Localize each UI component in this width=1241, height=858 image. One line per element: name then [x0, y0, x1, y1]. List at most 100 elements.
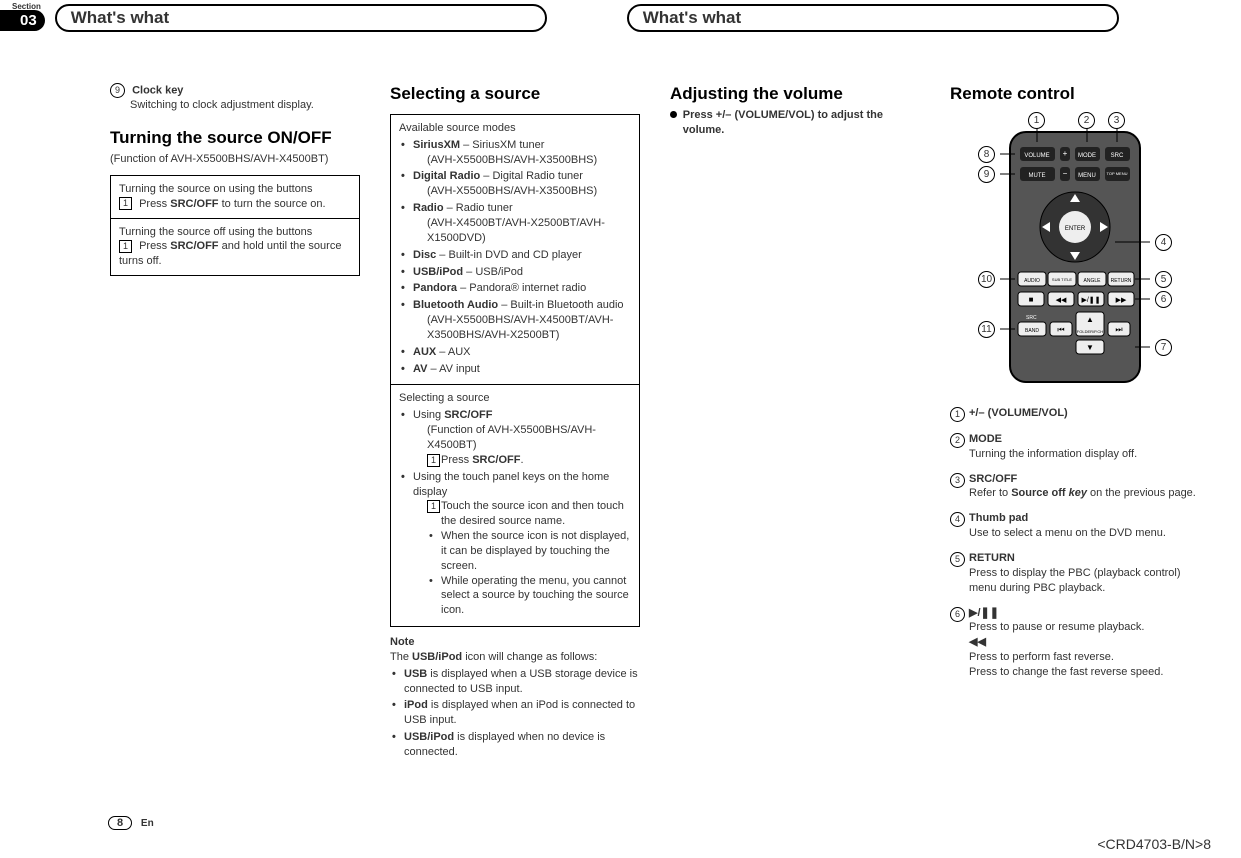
- remote-list: 1 +/– (VOLUME/VOL) 2 MODETurning the inf…: [950, 406, 1200, 680]
- page-number: 8 En: [108, 816, 154, 830]
- adjusting-heading: Adjusting the volume: [670, 83, 920, 106]
- svg-text:▶/❚❚: ▶/❚❚: [1081, 296, 1100, 304]
- svg-text:▲: ▲: [1086, 315, 1094, 324]
- remote-heading: Remote control: [950, 83, 1200, 106]
- section-number: 03: [0, 10, 45, 31]
- svg-text:SUB TITLE: SUB TITLE: [1052, 277, 1072, 282]
- off-head: Turning the source off using the buttons: [119, 225, 351, 240]
- remote-item-2: 2 MODETurning the information display of…: [950, 432, 1200, 462]
- svg-text:SRC: SRC: [1111, 153, 1124, 159]
- adjust-line: Press +/– (VOLUME/VOL) to adjust the vol…: [670, 108, 920, 138]
- svg-text:ENTER: ENTER: [1065, 226, 1086, 232]
- source-box: Available source modes SiriusXM – Sirius…: [390, 114, 640, 627]
- svg-text:MODE: MODE: [1078, 153, 1096, 159]
- remote-item-3: 3 SRC/OFF Refer to Source off key on the…: [950, 472, 1200, 502]
- chapter-title-left: What's what: [55, 4, 547, 32]
- remote-item-5: 5 RETURNPress to display the PBC (playba…: [950, 551, 1200, 596]
- note-list: USB is displayed when a USB storage devi…: [390, 667, 640, 760]
- callout-2: 2: [1078, 112, 1095, 129]
- remote-diagram: VOLUME + MODE SRC MUTE − MENU TOP MENU E…: [960, 112, 1190, 392]
- callout-11: 11: [978, 321, 995, 338]
- header-bar: Section 03 What's what What's what: [0, 0, 1241, 33]
- callout-9: 9: [110, 83, 125, 98]
- remote-svg: VOLUME + MODE SRC MUTE − MENU TOP MENU E…: [1000, 112, 1150, 392]
- off-step: 1 Press SRC/OFF and hold until the sourc…: [119, 239, 351, 269]
- src-bluetooth: Bluetooth Audio – Built-in Bluetooth aud…: [399, 298, 631, 343]
- chapter-title-right: What's what: [627, 4, 1119, 32]
- callout-10: 10: [978, 271, 995, 288]
- sel-note-1: When the source icon is not displayed, i…: [413, 529, 631, 574]
- svg-text:BAND: BAND: [1025, 328, 1039, 334]
- turning-sub: (Function of AVH-X5500BHS/AVH-X4500BT): [110, 152, 360, 167]
- src-radio: Radio – Radio tuner(AVH-X4500BT/AVH-X250…: [399, 201, 631, 246]
- sel-touchpanel: Using the touch panel keys on the home d…: [399, 470, 631, 618]
- note-usb: USB is displayed when a USB storage devi…: [390, 667, 640, 697]
- svg-text:◀◀: ◀◀: [1056, 297, 1067, 304]
- section-tab: Section 03: [0, 2, 45, 31]
- svg-text:ANGLE: ANGLE: [1084, 278, 1102, 284]
- svg-text:MENU: MENU: [1078, 173, 1096, 179]
- selecting-row: Selecting a source Using SRC/OFF (Functi…: [391, 385, 639, 626]
- callout-1: 1: [1028, 112, 1045, 129]
- clock-key-title: Clock key: [132, 84, 183, 96]
- callout-7: 7: [1155, 339, 1172, 356]
- step-1-box: 1: [119, 197, 132, 210]
- page-lang: En: [141, 818, 154, 829]
- source-list: SiriusXM – SiriusXM tuner(AVH-X5500BHS/A…: [399, 138, 631, 377]
- turning-on-row: Turning the source on using the buttons …: [111, 176, 359, 219]
- svg-text:MUTE: MUTE: [1029, 173, 1046, 179]
- svg-text:TOP MENU: TOP MENU: [1107, 171, 1128, 176]
- footer-code: <CRD4703-B/N>8: [1097, 836, 1211, 852]
- sel-touch-step: 1Touch the source icon and then touch th…: [413, 499, 631, 529]
- callout-3: 3: [1108, 112, 1125, 129]
- callout-8: 8: [978, 146, 995, 163]
- svg-text:−: −: [1063, 169, 1068, 178]
- svg-text:▼: ▼: [1086, 343, 1094, 352]
- svg-text:VOLUME: VOLUME: [1024, 153, 1049, 159]
- selecting-heading: Selecting a source: [390, 83, 640, 106]
- src-digital-radio: Digital Radio – Digital Radio tuner(AVH-…: [399, 169, 631, 199]
- svg-text:⏭: ⏭: [1115, 325, 1122, 334]
- callout-6: 6: [1155, 291, 1172, 308]
- column-1: 9 Clock key Switching to clock adjustmen…: [110, 83, 360, 762]
- step-1-box: 1: [119, 240, 132, 253]
- note-lead: The USB/iPod icon will change as follows…: [390, 650, 640, 665]
- sel-head: Selecting a source: [399, 391, 631, 406]
- svg-text:AUDIO: AUDIO: [1024, 278, 1040, 284]
- remote-item-1: 1 +/– (VOLUME/VOL): [950, 406, 1200, 422]
- remote-item-4: 4 Thumb padUse to select a menu on the D…: [950, 511, 1200, 541]
- svg-text:■: ■: [1029, 295, 1034, 304]
- column-2: Selecting a source Available source mode…: [390, 83, 640, 762]
- bullet-icon: [670, 111, 677, 118]
- clock-key-item: 9 Clock key Switching to clock adjustmen…: [110, 83, 360, 113]
- svg-text:RETURN: RETURN: [1111, 278, 1132, 284]
- clock-key-desc: Switching to clock adjustment display.: [110, 98, 360, 113]
- callout-4: 4: [1155, 234, 1172, 251]
- turning-off-row: Turning the source off using the buttons…: [111, 219, 359, 276]
- callout-9b: 9: [978, 166, 995, 183]
- avail-head: Available source modes: [399, 121, 631, 136]
- svg-text:FOLDER/P.CH: FOLDER/P.CH: [1077, 329, 1103, 334]
- src-usb-ipod: USB/iPod – USB/iPod: [399, 265, 631, 280]
- sel-list: Using SRC/OFF (Function of AVH-X5500BHS/…: [399, 408, 631, 618]
- page-body: 9 Clock key Switching to clock adjustmen…: [0, 33, 1241, 762]
- on-step: 1 Press SRC/OFF to turn the source on.: [119, 197, 351, 212]
- sel-note-2: While operating the menu, you cannot sel…: [413, 574, 631, 619]
- note-ipod: iPod is displayed when an iPod is connec…: [390, 698, 640, 728]
- on-head: Turning the source on using the buttons: [119, 182, 351, 197]
- turning-box: Turning the source on using the buttons …: [110, 175, 360, 276]
- src-aux: AUX – AUX: [399, 345, 631, 360]
- svg-text:⏮: ⏮: [1057, 325, 1064, 334]
- page-oval: 8: [108, 816, 132, 830]
- sel-srcoff: Using SRC/OFF (Function of AVH-X5500BHS/…: [399, 408, 631, 467]
- column-3: Adjusting the volume Press +/– (VOLUME/V…: [670, 83, 920, 762]
- available-modes: Available source modes SiriusXM – Sirius…: [391, 115, 639, 386]
- src-av: AV – AV input: [399, 362, 631, 377]
- column-4: Remote control VOLUME + MODE SRC MUTE − …: [950, 83, 1200, 762]
- svg-text:+: +: [1063, 149, 1068, 158]
- svg-text:▶▶: ▶▶: [1116, 297, 1127, 304]
- src-pandora: Pandora – Pandora® internet radio: [399, 281, 631, 296]
- sel-srcoff-step: 1Press SRC/OFF.: [413, 453, 631, 468]
- remote-item-6: 6 ▶/❚❚ Press to pause or resume playback…: [950, 606, 1200, 680]
- src-disc: Disc – Built-in DVD and CD player: [399, 248, 631, 263]
